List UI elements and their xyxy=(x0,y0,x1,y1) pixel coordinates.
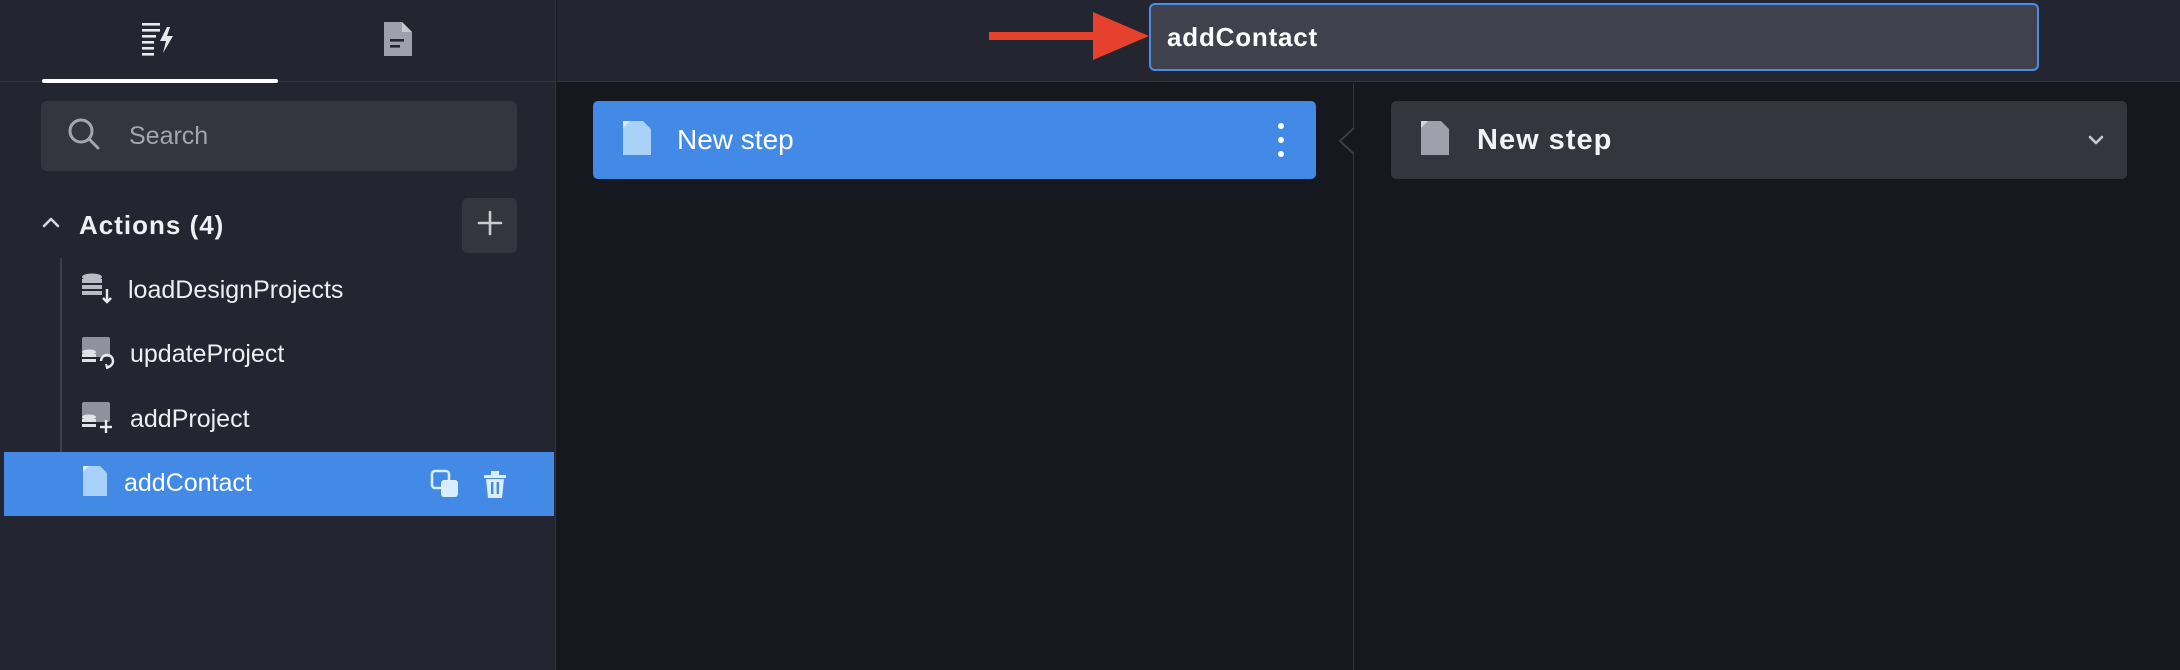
database-download-icon xyxy=(80,271,114,310)
plus-icon xyxy=(477,210,503,241)
step-detail-panel: New step xyxy=(1355,83,2180,670)
row-tools xyxy=(430,452,510,516)
annotation-arrow xyxy=(989,8,1149,69)
step-label: New step xyxy=(677,124,794,155)
document-icon xyxy=(1419,119,1451,162)
action-item-label: updateProject xyxy=(130,340,285,369)
tab-actions[interactable] xyxy=(42,0,278,83)
document-icon xyxy=(80,464,110,503)
sidebar: Actions (4) xyxy=(0,0,556,670)
action-item-addProject[interactable]: addProject xyxy=(0,387,555,452)
actions-section-title: Actions (4) xyxy=(79,209,225,240)
add-action-button[interactable] xyxy=(462,198,517,253)
more-vertical-icon[interactable] xyxy=(1276,123,1286,157)
chevron-down-icon[interactable] xyxy=(2083,127,2109,158)
search-box[interactable] xyxy=(41,101,517,171)
database-refresh-icon xyxy=(80,335,116,374)
document-icon xyxy=(621,119,653,162)
trash-icon[interactable] xyxy=(480,469,510,499)
step-detail-title: New step xyxy=(1477,123,1613,156)
search-input[interactable] xyxy=(129,121,489,151)
steps-panel: New step xyxy=(557,83,1355,670)
step-detail-header[interactable]: New step xyxy=(1391,101,2127,179)
document-icon xyxy=(381,19,415,64)
action-item-addContact[interactable]: addContact xyxy=(4,451,554,516)
action-item-updateProject[interactable]: updateProject xyxy=(0,323,555,388)
action-item-label: addProject xyxy=(130,404,250,433)
sidebar-tabs xyxy=(0,0,556,83)
tab-document[interactable] xyxy=(280,0,516,82)
action-item-loadDesignProjects[interactable]: loadDesignProjects xyxy=(0,258,555,323)
topbar xyxy=(557,0,2180,82)
action-item-label: addContact xyxy=(124,469,252,498)
app-window: Actions (4) xyxy=(0,0,2180,670)
chevron-up-icon[interactable] xyxy=(41,213,61,238)
action-item-label: loadDesignProjects xyxy=(128,275,344,304)
list-lightning-icon xyxy=(140,19,180,64)
search-icon xyxy=(67,117,101,156)
action-name-input[interactable] xyxy=(1149,3,2039,71)
database-add-icon xyxy=(80,400,116,439)
duplicate-icon[interactable] xyxy=(430,469,460,499)
action-list: loadDesignProjects updateProject addProj… xyxy=(0,258,556,516)
step-card[interactable]: New step xyxy=(593,101,1316,179)
actions-section-header[interactable]: Actions (4) xyxy=(41,194,517,256)
